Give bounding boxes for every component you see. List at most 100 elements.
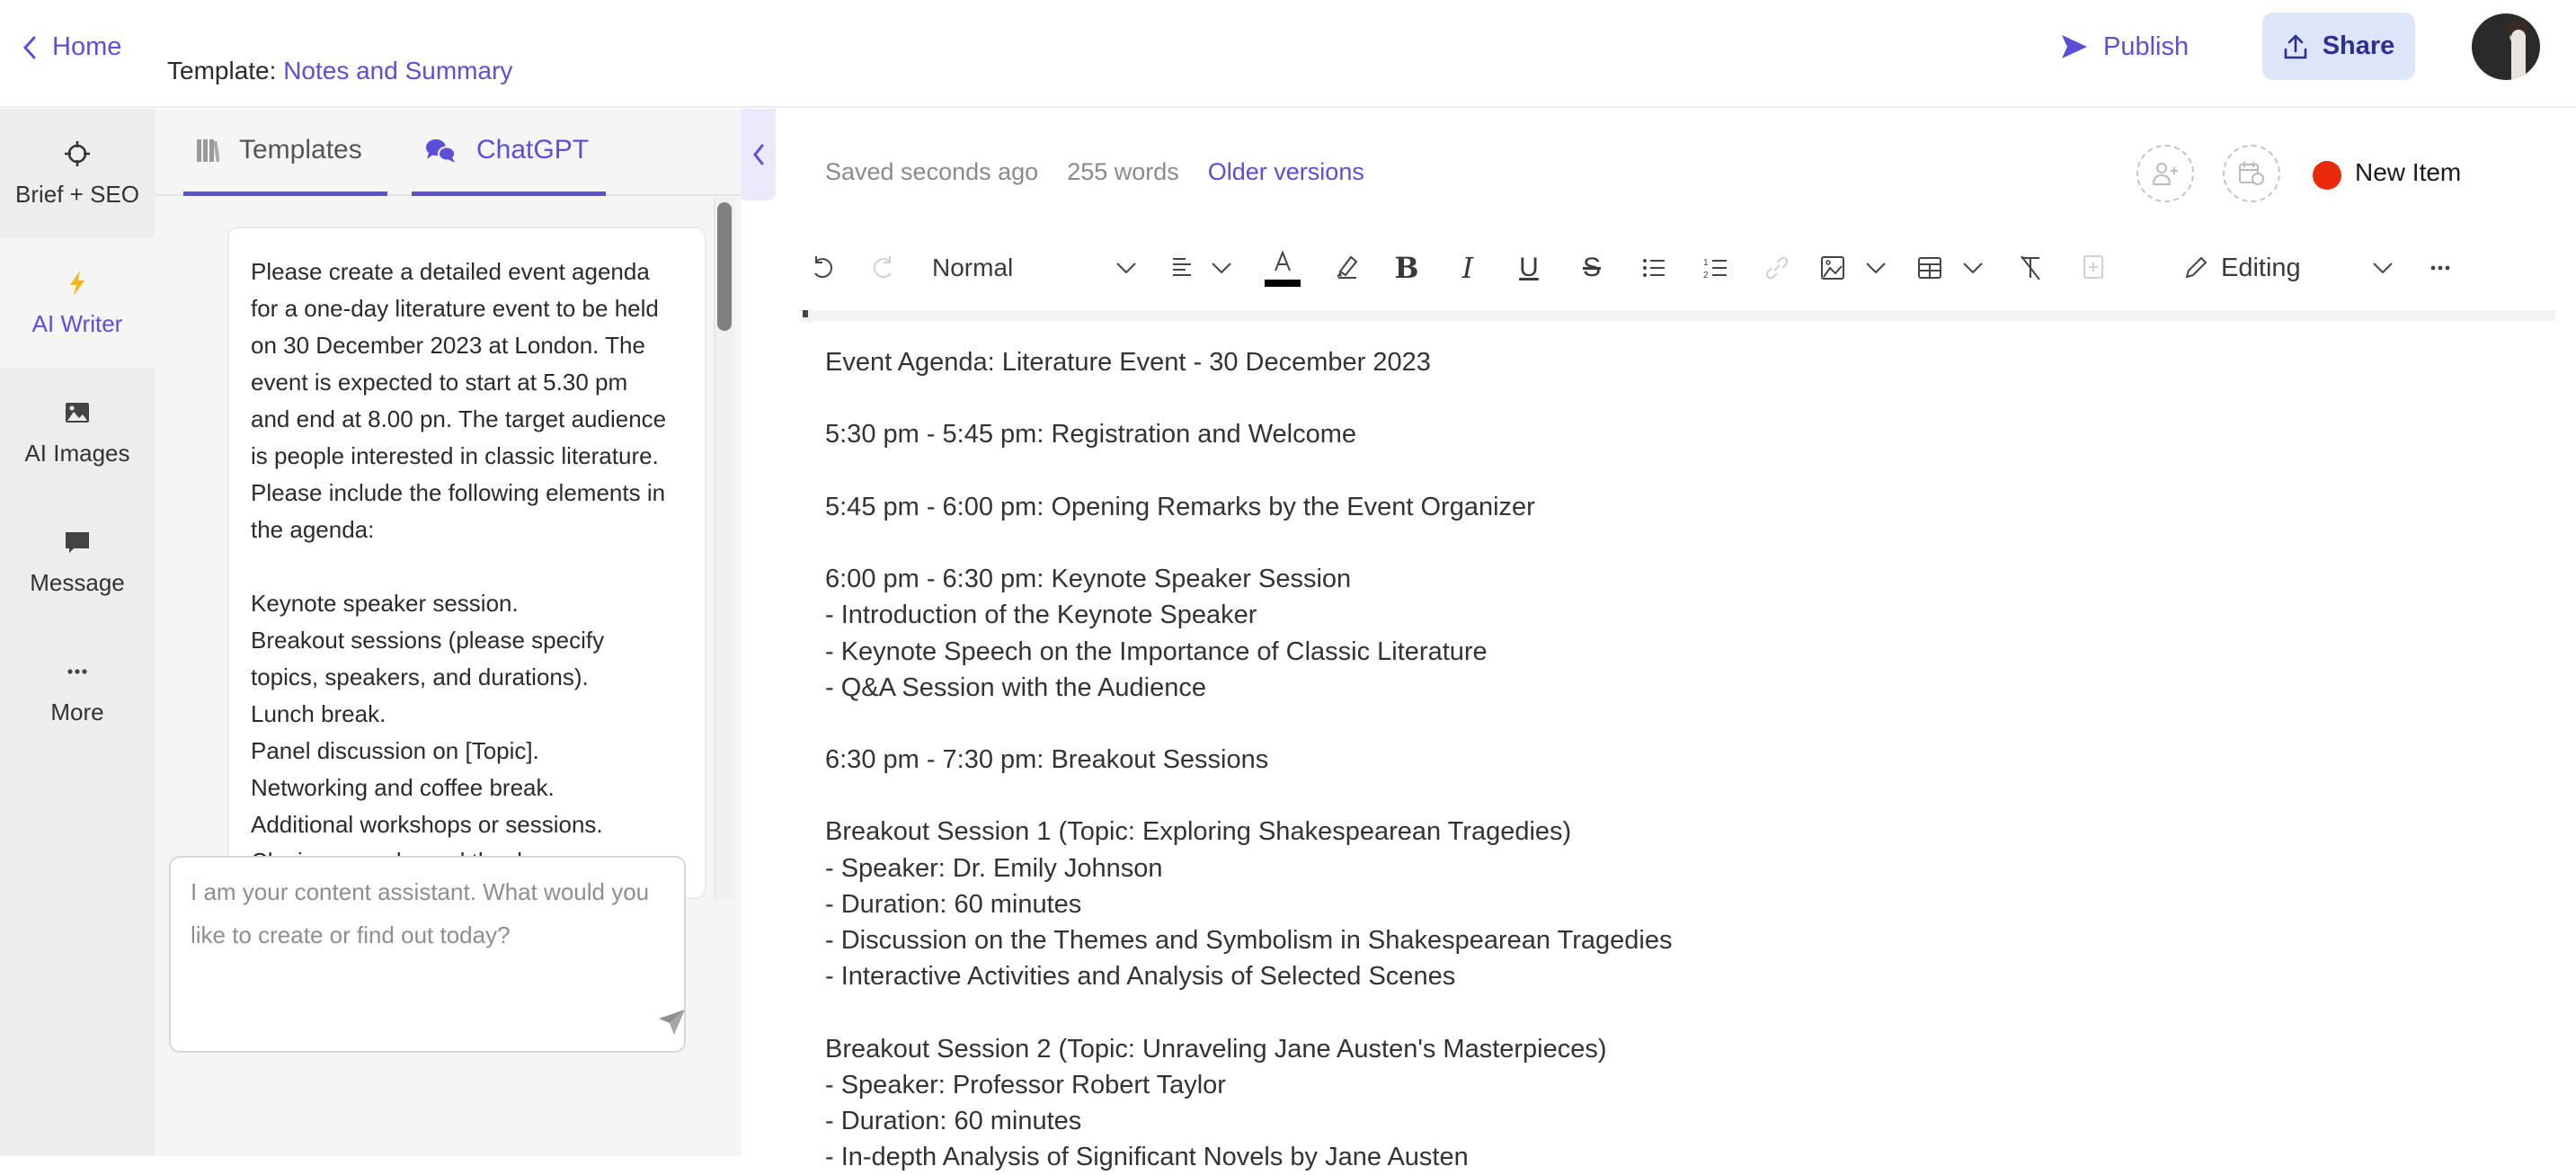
document-line[interactable]	[825, 778, 2515, 814]
underline-icon: U	[1519, 253, 1539, 282]
bold-button[interactable]: B	[1387, 244, 1426, 292]
clear-formatting-button[interactable]	[2011, 244, 2050, 292]
home-link[interactable]: Home	[20, 32, 121, 62]
document-line[interactable]	[825, 994, 2515, 1030]
document-line[interactable]: 6:00 pm - 6:30 pm: Keynote Speaker Sessi…	[825, 561, 2515, 597]
older-versions-link[interactable]: Older versions	[1208, 158, 1364, 186]
bold-icon: B	[1394, 251, 1419, 285]
chevron-left-icon	[753, 144, 764, 165]
tab-chatgpt[interactable]: ChatGPT	[412, 109, 606, 196]
document-line[interactable]	[825, 525, 2515, 561]
template-name[interactable]: Notes and Summary	[283, 57, 512, 85]
paragraph-style-select[interactable]: Normal	[932, 244, 1141, 292]
editing-mode-select[interactable]: Editing	[2181, 244, 2397, 292]
document-line[interactable]: 5:30 pm - 5:45 pm: Registration and Welc…	[825, 416, 2515, 452]
template-prefix: Template:	[167, 57, 277, 85]
more-options-button[interactable]	[2421, 244, 2460, 292]
insert-comment-button[interactable]	[2074, 244, 2113, 292]
highlighter-icon	[1337, 255, 1358, 279]
underline-button[interactable]: U	[1509, 244, 1549, 292]
chevron-down-icon	[1116, 263, 1136, 274]
document-line[interactable]: - Speaker: Professor Robert Taylor	[825, 1067, 2515, 1103]
document-line[interactable]: - Discussion on the Themes and Symbolism…	[825, 922, 2515, 958]
strikethrough-button[interactable]: S	[1572, 244, 1612, 292]
text-color-button[interactable]	[1263, 244, 1302, 292]
rail-item-brief-seo[interactable]: Brief + SEO	[0, 109, 155, 238]
numbered-list-button[interactable]: 12	[1696, 244, 1736, 292]
rail-item-ai-writer[interactable]: AI Writer	[0, 238, 155, 368]
document-line[interactable]: - Interactive Activities and Analysis of…	[825, 958, 2515, 994]
chevron-down-icon	[1212, 263, 1231, 274]
insert-table-button[interactable]	[1915, 244, 1987, 292]
document-line[interactable]: - Speaker: Dr. Emily Johnson	[825, 850, 2515, 886]
document-line[interactable]: Breakout Session 2 (Topic: Unraveling Ja…	[825, 1031, 2515, 1067]
clear-format-icon	[2021, 255, 2040, 280]
chevron-left-icon	[22, 36, 36, 58]
rail-item-message[interactable]: Message	[0, 497, 155, 627]
svg-text:1: 1	[1703, 258, 1709, 268]
undo-icon	[814, 256, 833, 279]
tab-label: ChatGPT	[476, 135, 590, 165]
rail-label: AI Images	[24, 439, 130, 467]
text-color-swatch	[1265, 280, 1301, 287]
lightning-icon	[70, 270, 84, 296]
chevron-down-icon	[1866, 263, 1886, 274]
user-avatar[interactable]	[2472, 13, 2540, 80]
document-line[interactable]	[825, 453, 2515, 489]
style-value: Normal	[932, 254, 1014, 281]
assign-user-button[interactable]	[2136, 145, 2194, 202]
send-message-button[interactable]	[656, 1007, 687, 1037]
chat-input[interactable]	[191, 870, 667, 1005]
document-line[interactable]: - Q&A Session with the Audience	[825, 670, 2515, 706]
pencil-icon	[2185, 256, 2207, 279]
align-select[interactable]	[1168, 244, 1236, 292]
share-label: Share	[2322, 31, 2395, 60]
document-line[interactable]: - Keynote Speech on the Importance of Cl…	[825, 634, 2515, 670]
share-button[interactable]: Share	[2262, 13, 2415, 80]
document-line[interactable]: 6:30 pm - 7:30 pm: Breakout Sessions	[825, 742, 2515, 778]
document-line[interactable]: - Duration: 60 minutes	[825, 886, 2515, 922]
chat-scrollbar-thumb[interactable]	[717, 202, 732, 331]
document-line[interactable]: Event Agenda: Literature Event - 30 Dece…	[825, 344, 2515, 380]
rail-item-more[interactable]: More	[0, 627, 155, 756]
chat-input-container	[169, 856, 686, 1053]
publish-button[interactable]: Publish	[2060, 29, 2189, 65]
image-icon	[66, 402, 89, 423]
redo-icon	[873, 256, 892, 279]
document-body[interactable]: Event Agenda: Literature Event - 30 Dece…	[825, 344, 2515, 1175]
redo-button[interactable]	[864, 244, 903, 292]
tab-label: Templates	[239, 135, 362, 165]
editing-mode-label: Editing	[2221, 253, 2301, 282]
ruler-marker[interactable]	[803, 310, 808, 317]
rail-label: More	[50, 698, 104, 725]
schedule-button[interactable]	[2223, 145, 2280, 202]
document-line[interactable]: - Duration: 60 minutes	[825, 1103, 2515, 1139]
document-line[interactable]: - In-depth Analysis of Significant Novel…	[825, 1139, 2515, 1175]
document-line[interactable]	[825, 706, 2515, 742]
saved-status: Saved seconds ago	[825, 158, 1039, 185]
paper-plane-icon	[659, 1010, 685, 1035]
document-status-row: Saved seconds ago 255 words Older versio…	[825, 158, 1364, 186]
tab-templates[interactable]: Templates	[183, 109, 387, 196]
table-icon	[1918, 257, 1941, 279]
link-button[interactable]	[1757, 244, 1797, 292]
comment-add-icon	[2083, 255, 2103, 279]
italic-icon: I	[1461, 251, 1474, 285]
document-line[interactable]	[825, 380, 2515, 416]
italic-button[interactable]: I	[1448, 244, 1488, 292]
rail-item-ai-images[interactable]: AI Images	[0, 368, 155, 497]
editor-area: Saved seconds ago 255 words Older versio…	[776, 109, 2576, 1171]
document-line[interactable]: Breakout Session 1 (Topic: Exploring Sha…	[825, 814, 2515, 850]
collapse-panel-button[interactable]	[742, 109, 776, 200]
bullet-list-button[interactable]	[1634, 244, 1674, 292]
insert-image-button[interactable]	[1818, 244, 1890, 292]
upload-icon	[2284, 34, 2306, 58]
align-left-icon	[1173, 258, 1191, 276]
undo-button[interactable]	[803, 244, 842, 292]
add-user-icon	[2152, 163, 2178, 185]
top-header: Home Template: Notes and Summary Publish…	[0, 0, 2576, 108]
document-line[interactable]: - Introduction of the Keynote Speaker	[825, 597, 2515, 633]
item-status-label[interactable]: New Item	[2355, 158, 2461, 187]
document-line[interactable]: 5:45 pm - 6:00 pm: Opening Remarks by th…	[825, 489, 2515, 525]
highlight-button[interactable]	[1326, 244, 1365, 292]
